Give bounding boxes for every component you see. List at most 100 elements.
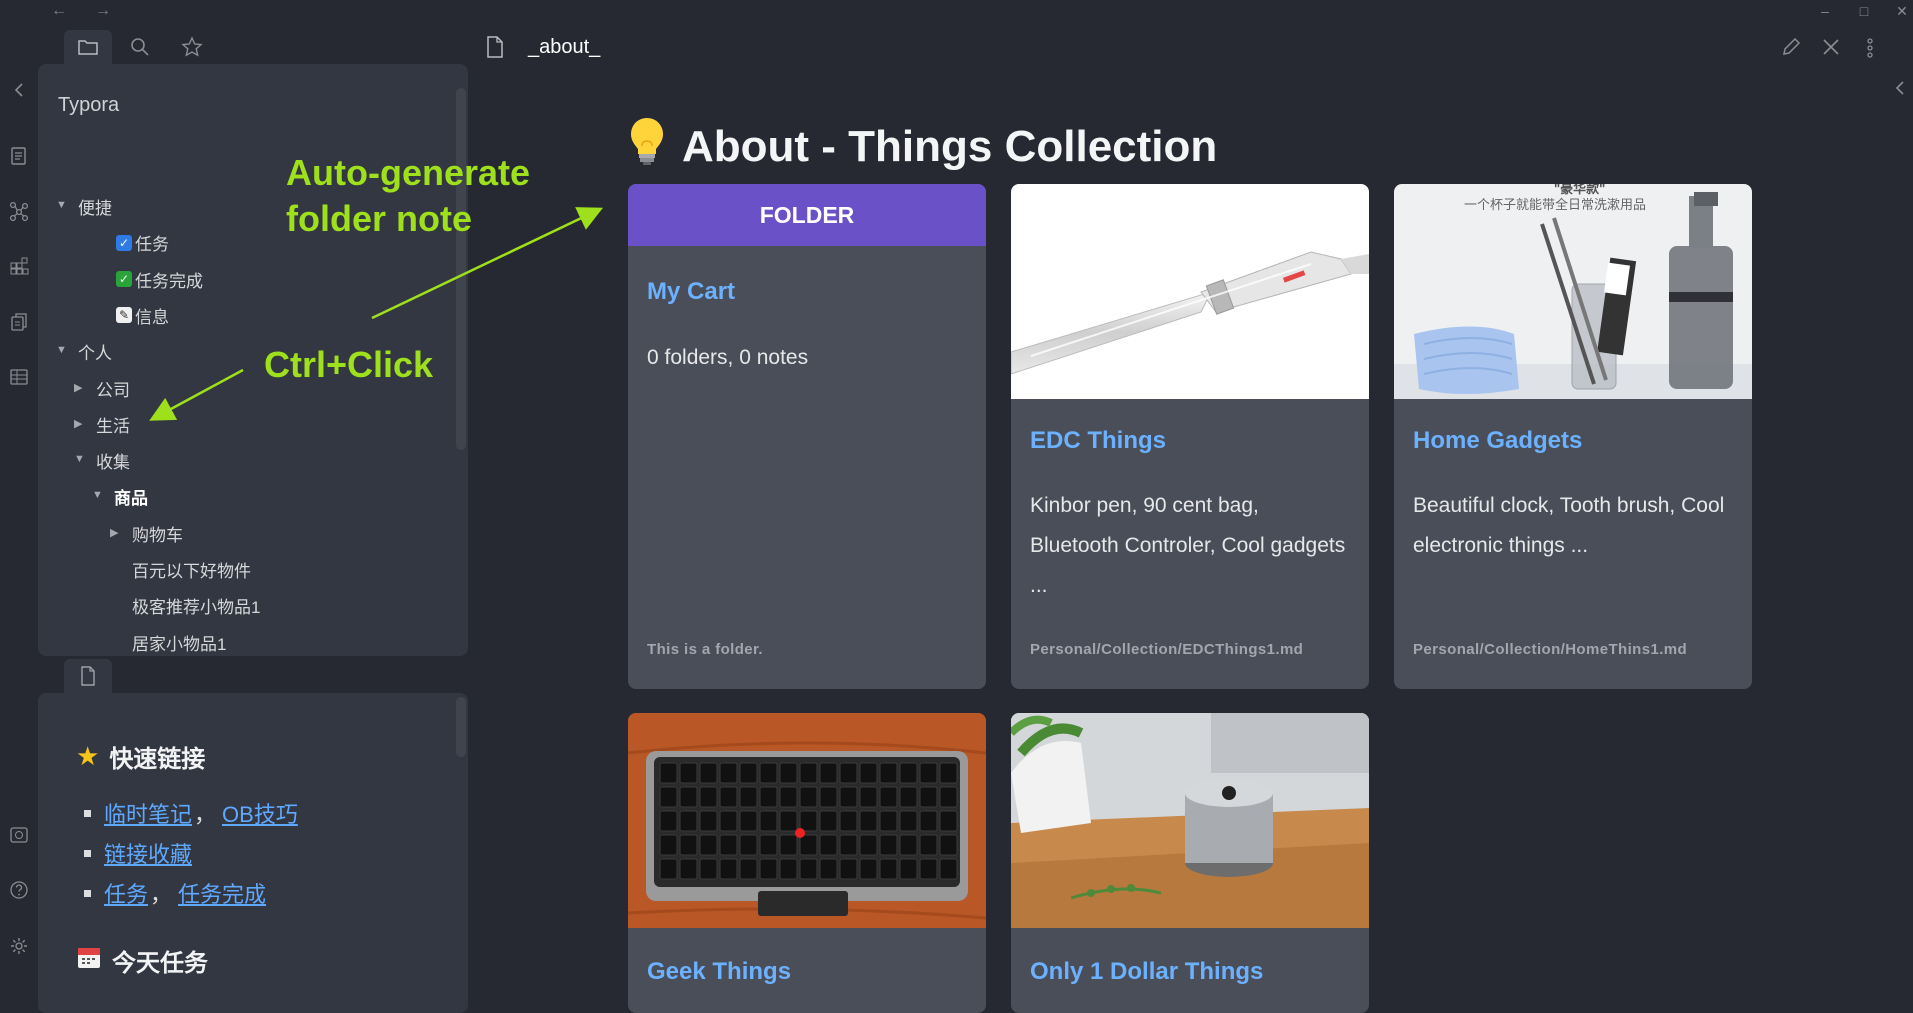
tree-item[interactable]: 居家小物品1: [132, 630, 226, 655]
list-item: 链接收藏: [84, 833, 298, 873]
card-title[interactable]: Only 1 Dollar Things: [1030, 958, 1263, 986]
quick-link[interactable]: 临时笔记: [104, 797, 192, 829]
minimize-button[interactable]: –: [1813, 3, 1837, 19]
keyboard-key: [799, 786, 818, 808]
forward-arrow-icon[interactable]: →: [92, 2, 114, 20]
trackpoint: [795, 828, 805, 838]
tree-item[interactable]: 生活: [96, 412, 130, 437]
checkbox-green-icon: ✓: [116, 271, 132, 288]
card-only-1-dollar-things[interactable]: Only 1 Dollar Things: [1011, 713, 1369, 1013]
tab-note-preview[interactable]: [64, 659, 112, 693]
graph-view-icon[interactable]: [7, 199, 31, 223]
caret-right-icon[interactable]: ▶: [74, 417, 82, 430]
quick-link[interactable]: 任务: [104, 877, 148, 909]
caret-down-icon[interactable]: ▼: [56, 344, 67, 356]
tree-item-label: 购物车: [132, 525, 183, 545]
search-icon: [131, 38, 149, 56]
folder-icon: [78, 40, 98, 55]
tree-item[interactable]: 便捷: [78, 194, 112, 219]
vault-name[interactable]: Typora: [58, 94, 119, 117]
card-my-cart[interactable]: FOLDER My Cart 0 folders, 0 notes This i…: [628, 184, 986, 689]
keyboard-key: [939, 810, 958, 832]
card-description: Kinbor pen, 90 cent bag, Bluetooth Contr…: [1030, 494, 1346, 597]
tree-item[interactable]: 个人: [78, 339, 112, 364]
copy-files-icon[interactable]: [7, 310, 31, 334]
quick-links-scrollbar[interactable]: [456, 697, 466, 757]
page-title: About - Things Collection: [628, 116, 1217, 177]
light-bulb-icon: [628, 116, 666, 177]
card-edc-things[interactable]: EDC Things Kinbor pen, 90 cent bag, Blue…: [1011, 184, 1369, 689]
tree-item[interactable]: ✓ 任务完成: [116, 267, 203, 292]
card-geek-things[interactable]: Geek Things: [628, 713, 986, 1013]
keyboard-key: [699, 810, 718, 832]
annotation-auto-generate: Auto-generate folder note: [286, 152, 530, 240]
tree-item[interactable]: 购物车: [132, 521, 183, 546]
tree-item[interactable]: 收集: [96, 448, 130, 473]
collapse-sidebar-icon[interactable]: [7, 78, 31, 102]
tree-item[interactable]: 极客推荐小物品1: [132, 593, 260, 618]
keyboard-key: [679, 762, 698, 784]
keyboard-key: [919, 786, 938, 808]
quick-link[interactable]: 链接收藏: [104, 837, 192, 869]
tree-item[interactable]: 公司: [96, 376, 130, 401]
tree-item-label: 居家小物品1: [132, 634, 227, 654]
explorer-scrollbar[interactable]: [456, 88, 466, 450]
tree-item[interactable]: 商品: [114, 484, 148, 509]
help-icon[interactable]: [7, 878, 31, 902]
close-tab-icon[interactable]: [1822, 38, 1840, 61]
file-icon: [81, 666, 95, 686]
quick-links-heading: ★ 快速链接: [76, 739, 205, 774]
caret-down-icon[interactable]: ▼: [92, 489, 103, 501]
separator: ，: [150, 882, 173, 907]
card-home-gadgets[interactable]: "豪华款" 一个杯子就能带全日常洗漱用品 Home Gadgets Beauti…: [1394, 184, 1752, 689]
keyboard-key: [859, 810, 878, 832]
keyboard-key: [839, 834, 858, 856]
keyboard-key: [759, 810, 778, 832]
collapse-right-sidebar-icon[interactable]: [1894, 80, 1906, 101]
card-image-pen: [1011, 184, 1369, 399]
more-options-icon[interactable]: [1867, 37, 1873, 64]
close-window-button[interactable]: ✕: [1890, 3, 1913, 20]
memo-icon: ✎: [116, 307, 132, 324]
keyboard-key: [859, 834, 878, 856]
tab-file-explorer[interactable]: [64, 30, 112, 64]
today-tasks-title: 今天任务: [112, 950, 208, 977]
card-title[interactable]: Geek Things: [647, 958, 791, 986]
back-arrow-icon[interactable]: ←: [48, 2, 70, 20]
quick-link[interactable]: OB技巧: [222, 797, 298, 829]
maximize-button[interactable]: □: [1852, 3, 1876, 19]
tree-item[interactable]: ✎ 信息: [116, 303, 169, 328]
tree-item-label: 生活: [96, 416, 130, 436]
keyboard-key: [819, 786, 838, 808]
tab-search[interactable]: [116, 30, 164, 64]
vault-icon[interactable]: [7, 823, 31, 847]
keyboard-key: [919, 858, 938, 880]
quick-switcher-icon[interactable]: [7, 144, 31, 168]
tab-starred[interactable]: [168, 30, 216, 64]
settings-gear-icon[interactable]: [7, 934, 31, 958]
file-title[interactable]: _about_: [528, 36, 600, 59]
tree-item[interactable]: 百元以下好物件: [132, 557, 251, 582]
table-icon[interactable]: [7, 365, 31, 389]
edit-pencil-icon[interactable]: [1780, 36, 1802, 63]
caret-down-icon[interactable]: ▼: [56, 199, 67, 211]
tree-item-label: 公司: [96, 380, 130, 400]
keyboard-key: [679, 858, 698, 880]
card-title[interactable]: My Cart: [647, 278, 735, 306]
card-description: Beautiful clock, Tooth brush, Cool elect…: [1413, 494, 1725, 557]
card-title[interactable]: Home Gadgets: [1413, 427, 1582, 455]
caret-down-icon[interactable]: ▼: [74, 453, 85, 465]
plugin-grid-icon[interactable]: [7, 254, 31, 278]
tree-item[interactable]: ✓ 任务: [116, 230, 169, 255]
keyboard-key: [839, 858, 858, 880]
keyboard-key: [719, 762, 738, 784]
folder-banner: FOLDER: [628, 184, 986, 246]
caret-right-icon[interactable]: ▶: [110, 526, 118, 539]
caret-right-icon[interactable]: ▶: [74, 381, 82, 394]
quick-link[interactable]: 任务完成: [178, 877, 266, 909]
card-title[interactable]: EDC Things: [1030, 427, 1166, 455]
card-image-keyboard: [628, 713, 986, 928]
keyboard-key: [779, 762, 798, 784]
keyboard-key: [819, 858, 838, 880]
keyboard-key: [659, 786, 678, 808]
